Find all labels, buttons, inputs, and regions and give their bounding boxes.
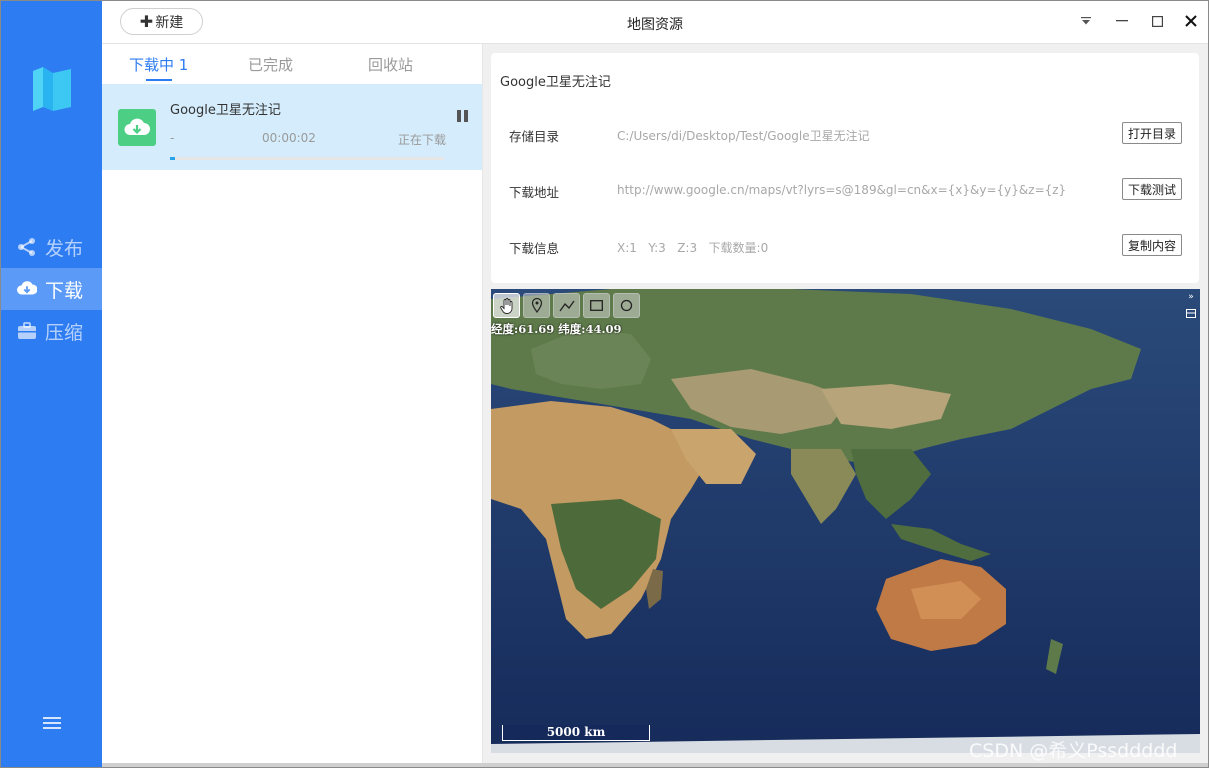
test-download-button[interactable]: 下载测试 [1121,178,1182,200]
title-bar: ✚ 新建 地图资源 [102,1,1208,44]
copy-content-button[interactable]: 复制内容 [1121,234,1182,256]
layers-icon[interactable] [1184,307,1198,319]
sidebar-item-download[interactable]: 下载 [1,268,102,310]
download-info-value: X:1 Y:3 Z:3 下载数量:0 [617,241,769,255]
storage-dir-value: C:/Users/di/Desktop/Test/Google卫星无注记 [617,129,870,143]
app-logo [33,67,71,111]
expand-icon[interactable]: » [1184,291,1198,303]
marker-icon[interactable] [523,293,550,318]
sidebar-item-label: 下载 [45,279,84,302]
pause-icon[interactable] [457,110,471,124]
active-tab-indicator [146,79,172,81]
app-window: 发布 下载 压缩 ✚ 新建 地图资源 下载中 1 已完成 回收站 Google卫… [0,0,1209,768]
details-title: Google卫星无注记 [500,75,611,90]
rectangle-icon[interactable] [583,293,610,318]
task-tabs: 下载中 1 已完成 回收站 [102,44,482,82]
task-name: Google卫星无注记 [170,103,281,118]
map-imagery [491,289,1200,753]
open-dir-button[interactable]: 打开目录 [1121,122,1182,144]
download-info-label: 下载信息 [509,241,560,256]
new-task-button[interactable]: ✚ 新建 [120,8,203,35]
download-url-value: http://www.google.cn/maps/vt?lyrs=s@189&… [617,183,1067,197]
watermark-text: CSDN @希义Pssddddd [969,740,1178,762]
close-icon[interactable] [1179,9,1203,33]
task-elapsed-time: 00:00:02 [262,131,316,145]
task-progress-bar [170,157,444,160]
task-details-card: Google卫星无注记 存储目录 C:/Users/di/Desktop/Tes… [491,53,1199,283]
list-item[interactable]: Google卫星无注记 - 00:00:02 正在下载 [102,84,482,170]
cloud-download-icon [118,109,156,146]
sidebar-item-compress[interactable]: 压缩 [1,310,102,352]
tab-downloading[interactable]: 下载中 1 [129,54,188,75]
coordinate-readout: 经度:61.69 纬度:44.09 [491,322,622,336]
sidebar: 发布 下载 压缩 [1,1,102,767]
circle-icon[interactable] [613,293,640,318]
task-speed: - [170,131,175,145]
plus-icon: ✚ [139,12,154,31]
sidebar-item-label: 发布 [45,237,84,260]
dropdown-icon[interactable] [1074,9,1098,33]
new-task-label: 新建 [155,14,184,31]
download-info-row: 下载信息 X:1 Y:3 Z:3 下载数量:0 复制内容 [491,234,1199,258]
storage-dir-row: 存储目录 C:/Users/di/Desktop/Test/Google卫星无注… [491,122,1199,146]
minimize-icon[interactable] [1110,9,1134,33]
task-progress-fill [170,157,176,160]
sidebar-item-publish[interactable]: 发布 [1,226,102,268]
download-url-label: 下载地址 [509,185,560,200]
share-icon [17,237,37,257]
sidebar-item-label: 压缩 [45,321,84,344]
briefcase-icon [17,321,37,341]
satellite-map[interactable]: 经度:61.69 纬度:44.09 » 5000 km [491,289,1200,753]
task-list-panel: 下载中 1 已完成 回收站 Google卫星无注记 - 00:00:02 正在下… [102,44,483,764]
map-toolbar [493,293,640,318]
window-title: 地图资源 [627,17,683,33]
download-url-row: 下载地址 http://www.google.cn/maps/vt?lyrs=s… [491,178,1199,202]
cloud-download-icon [17,279,37,299]
map-scale-bar: 5000 km [502,725,650,741]
tab-recycle-bin[interactable]: 回收站 [368,54,413,75]
task-status: 正在下载 [397,133,446,147]
polyline-icon[interactable] [553,293,580,318]
bottom-scrollbar [102,763,1208,767]
maximize-icon[interactable] [1145,9,1169,33]
menu-icon[interactable] [43,715,61,731]
tab-completed[interactable]: 已完成 [248,54,293,75]
storage-dir-label: 存储目录 [509,129,560,144]
hand-icon[interactable] [493,293,520,318]
